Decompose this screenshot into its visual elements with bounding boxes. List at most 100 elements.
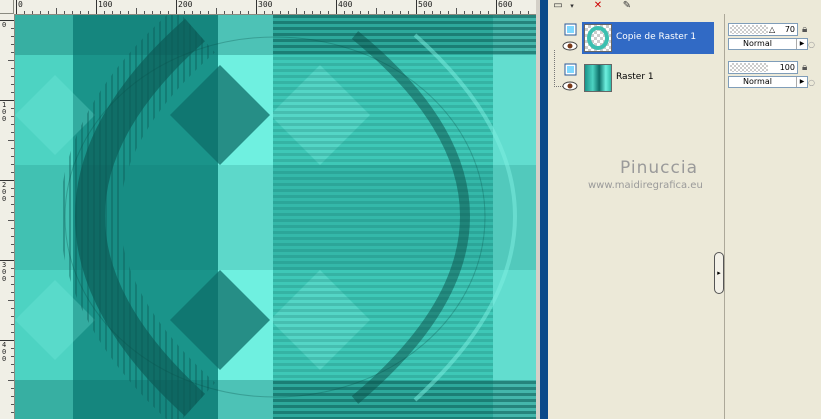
ruler-tick [16, 0, 17, 14]
opacity-value: 70 [784, 25, 795, 34]
horizontal-ruler: 0 100 200 300 400 500 600 [14, 0, 540, 15]
ruler-minor-tick [184, 11, 185, 14]
ruler-minor-tick [11, 116, 14, 117]
ruler-minor-tick [400, 11, 401, 14]
blend-mode-value: Normal [743, 77, 772, 86]
ruler-minor-tick [11, 164, 14, 165]
ruler-minor-tick [11, 212, 14, 213]
ruler-minor-tick [216, 8, 217, 14]
ruler-minor-tick [288, 11, 289, 14]
ruler-minor-tick [64, 11, 65, 14]
link-icon[interactable]: ○ [808, 40, 815, 49]
ruler-minor-tick [112, 11, 113, 14]
paint-icon[interactable]: ✎ [620, 0, 634, 12]
ruler-minor-tick [40, 11, 41, 14]
lock-icon[interactable]: 🔒︎ [802, 24, 814, 36]
ruler-minor-tick [424, 11, 425, 14]
opacity-checker [730, 25, 768, 34]
link-icon[interactable]: ○ [808, 78, 815, 87]
ruler-minor-tick [408, 11, 409, 14]
ruler-minor-tick [80, 11, 81, 14]
ruler-tick [416, 0, 417, 14]
ruler-minor-tick [88, 11, 89, 14]
ruler-label: 300 [258, 0, 273, 9]
ruler-minor-tick [11, 228, 14, 229]
layer-row-copie[interactable]: Copie de Raster 1 [558, 22, 714, 54]
ruler-minor-tick [448, 11, 449, 14]
new-layer-icon[interactable]: ▭ [551, 0, 565, 12]
ruler-minor-tick [11, 364, 14, 365]
ruler-minor-tick [11, 388, 14, 389]
opacity-field[interactable]: 100 [728, 61, 798, 74]
ruler-minor-tick [392, 11, 393, 14]
ruler-tick [256, 0, 257, 14]
ruler-label: 200 [178, 0, 193, 9]
chevron-right-icon[interactable]: ▶ [796, 77, 807, 87]
layer-properties-raster1: 100 🔒︎ Normal ▶ ○ [728, 58, 821, 92]
ruler-label: 500 [418, 0, 433, 9]
ruler-minor-tick [480, 11, 481, 14]
lock-icon[interactable]: 🔒︎ [802, 62, 814, 74]
panel-collapse-grip[interactable]: ▸ [714, 252, 724, 294]
ruler-minor-tick [488, 11, 489, 14]
ruler-minor-tick [11, 244, 14, 245]
ruler-tick [176, 0, 177, 14]
ruler-minor-tick [11, 308, 14, 309]
ruler-minor-tick [248, 11, 249, 14]
ruler-minor-tick [11, 124, 14, 125]
raster-layer-icon [564, 23, 578, 37]
ruler-minor-tick [528, 11, 529, 14]
blend-mode-select[interactable]: Normal ▶ [728, 38, 808, 50]
ruler-minor-tick [8, 220, 14, 221]
ruler-minor-tick [11, 356, 14, 357]
opacity-checker [730, 63, 768, 72]
eye-icon[interactable] [562, 81, 578, 91]
ruler-minor-tick [24, 11, 25, 14]
ruler-minor-tick [432, 11, 433, 14]
ruler-minor-tick [360, 11, 361, 14]
ruler-minor-tick [328, 11, 329, 14]
ruler-minor-tick [11, 252, 14, 253]
ruler-minor-tick [152, 11, 153, 14]
palette-divider [724, 14, 725, 419]
blend-mode-select[interactable]: Normal ▶ [728, 76, 808, 88]
image-canvas[interactable] [15, 15, 536, 419]
ruler-minor-tick [32, 11, 33, 14]
opacity-field[interactable]: △ 70 [728, 23, 798, 36]
chevron-down-icon[interactable]: ▾ [565, 0, 579, 12]
opacity-slider-handle[interactable]: △ [769, 26, 775, 34]
layer-name-area[interactable]: Copie de Raster 1 [582, 22, 714, 54]
ruler-minor-tick [8, 300, 14, 301]
ruler-minor-tick [272, 11, 273, 14]
opacity-value: 100 [779, 63, 795, 72]
ruler-minor-tick [11, 404, 14, 405]
layer-name: Raster 1 [616, 72, 654, 82]
layer-name-area[interactable]: Raster 1 [582, 62, 714, 94]
ruler-minor-tick [384, 11, 385, 14]
vertical-ruler: 0 1 0 0 2 0 0 3 0 0 4 0 0 [0, 14, 15, 419]
layer-row-raster1[interactable]: Raster 1 [558, 62, 714, 94]
ruler-minor-tick [72, 11, 73, 14]
ruler-minor-tick [11, 108, 14, 109]
chevron-right-icon[interactable]: ▶ [796, 39, 807, 49]
delete-layer-icon[interactable]: ✕ [591, 0, 605, 12]
ruler-label: 0 [18, 0, 23, 9]
layer-name: Copie de Raster 1 [616, 32, 697, 42]
ruler-minor-tick [48, 11, 49, 14]
ruler-minor-tick [512, 11, 513, 14]
ruler-minor-tick [11, 348, 14, 349]
ruler-minor-tick [11, 44, 14, 45]
canvas-artwork [15, 15, 536, 419]
layer-thumbnail [584, 24, 612, 52]
ruler-minor-tick [8, 140, 14, 141]
ruler-minor-tick [11, 156, 14, 157]
ruler-minor-tick [456, 8, 457, 14]
ruler-label: 600 [498, 0, 513, 9]
ruler-label: 400 [338, 0, 353, 9]
ruler-minor-tick [11, 412, 14, 413]
ruler-minor-tick [192, 11, 193, 14]
eye-icon[interactable] [562, 41, 578, 51]
ruler-minor-tick [11, 204, 14, 205]
ruler-minor-tick [232, 11, 233, 14]
ruler-minor-tick [11, 324, 14, 325]
